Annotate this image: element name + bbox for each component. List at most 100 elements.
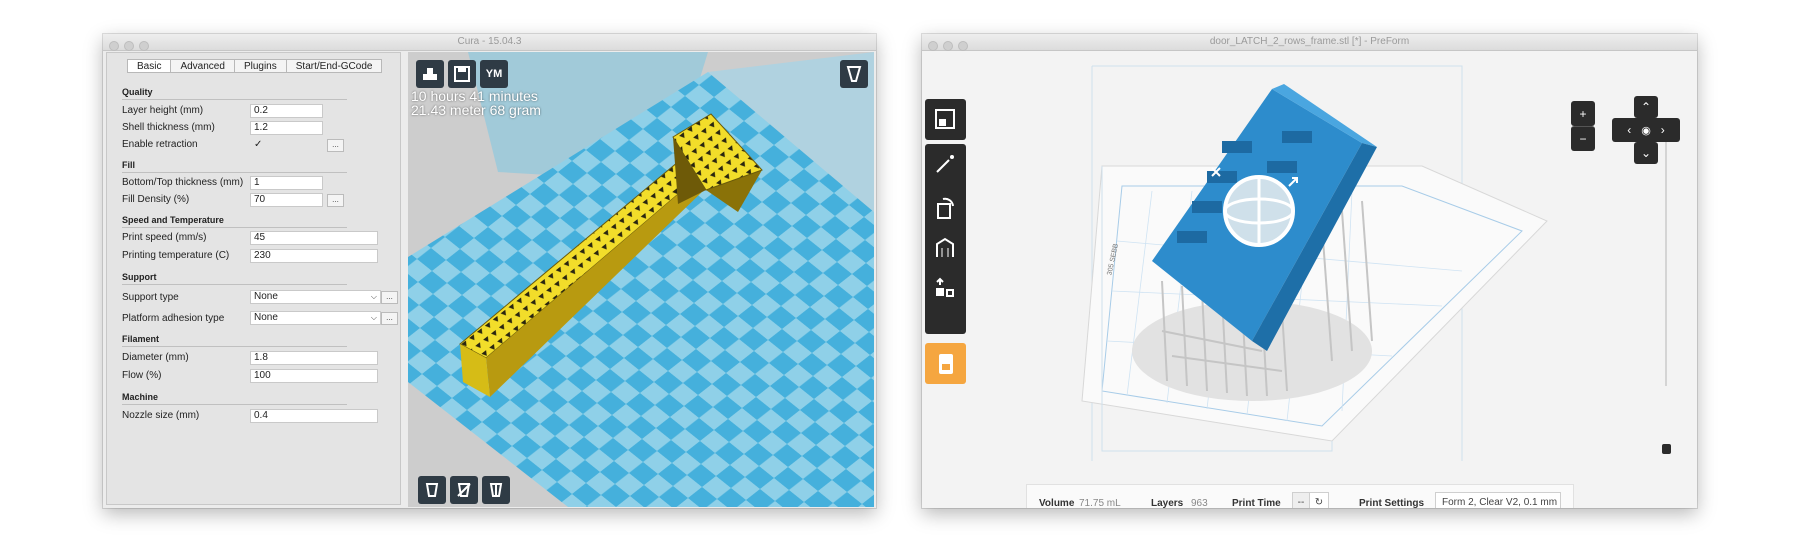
print-time-label: Print Time <box>1232 498 1281 508</box>
rotate-icon <box>425 483 439 497</box>
orientation-icon[interactable] <box>933 196 957 220</box>
section-filament: Filament <box>122 334 160 344</box>
mirror-tool-button[interactable] <box>482 476 510 504</box>
print-temp-input[interactable]: 230 <box>250 249 378 263</box>
fill-density-label: Fill Density (%) <box>122 194 190 205</box>
bottom-top-input[interactable]: 1 <box>250 176 323 190</box>
scale-tool-button[interactable] <box>450 476 478 504</box>
divider <box>122 404 347 405</box>
support-type-value: None <box>254 291 278 302</box>
tab-plugins[interactable]: Plugins <box>234 59 287 73</box>
layers-value: 963 <box>1191 498 1208 508</box>
divider <box>122 99 347 100</box>
nozzle-input[interactable]: 0.4 <box>250 409 378 423</box>
build-plate-view <box>408 52 874 507</box>
tab-advanced[interactable]: Advanced <box>171 59 235 73</box>
pan-control: ‹ ◉ › <box>1612 118 1680 142</box>
magic-wand-icon[interactable] <box>933 152 957 176</box>
layer-height-label: Layer height (mm) <box>122 105 204 116</box>
fill-density-input[interactable]: 70 <box>250 193 323 207</box>
layer-slider-handle[interactable] <box>1662 444 1671 454</box>
eye-icon[interactable]: ◉ <box>1641 124 1651 137</box>
adhesion-label: Platform adhesion type <box>122 313 225 324</box>
cura-window: Cura - 15.04.3 Basic Advanced Plugins St… <box>103 34 876 508</box>
print-time-value: -- <box>1292 492 1310 508</box>
fill-density-more-button[interactable]: ... <box>327 194 344 207</box>
support-type-select[interactable]: None ⌵ <box>250 290 381 304</box>
divider <box>122 172 347 173</box>
print-settings-value[interactable]: Form 2, Clear V2, 0.1 mm <box>1435 492 1561 508</box>
print-speed-label: Print speed (mm/s) <box>122 232 207 243</box>
section-support: Support <box>122 272 157 282</box>
refresh-icon: ↻ <box>1314 497 1324 508</box>
volume-value: 71.75 mL <box>1079 498 1121 508</box>
section-machine: Machine <box>122 392 159 402</box>
chevron-left-icon[interactable]: ‹ <box>1627 123 1631 137</box>
save-toolpath-button[interactable] <box>448 60 476 88</box>
chevron-down-icon: ⌵ <box>370 313 377 322</box>
preform-titlebar: door_LATCH_2_rows_frame.stl [*] - PreFor… <box>922 34 1697 51</box>
print-job-button[interactable] <box>925 343 966 384</box>
flow-label: Flow (%) <box>122 370 162 381</box>
preform-3d-viewport[interactable]: 305 SEBB + − ⌃ ‹ ◉ › ⌄ Volume 71.75 mL L… <box>922 51 1697 508</box>
print-temp-label: Printing temperature (C) <box>122 250 230 261</box>
print-speed-input[interactable]: 45 <box>250 231 378 245</box>
chevron-right-icon[interactable]: › <box>1661 123 1665 137</box>
load-model-button[interactable] <box>416 60 444 88</box>
diameter-label: Diameter (mm) <box>122 352 189 363</box>
shell-thickness-input[interactable]: 1.2 <box>250 121 323 135</box>
divider <box>122 227 347 228</box>
adhesion-value: None <box>254 312 278 323</box>
cura-3d-viewport[interactable]: YM 10 hours 41 minutes 21.43 meter 68 gr… <box>408 52 874 507</box>
layout-icon[interactable] <box>933 276 957 300</box>
settings-panel: Basic Advanced Plugins Start/End-GCode Q… <box>106 52 401 505</box>
refresh-button[interactable]: ↻ <box>1309 492 1329 508</box>
tab-start-end-gcode[interactable]: Start/End-GCode <box>286 59 383 73</box>
support-more-button[interactable]: ... <box>381 291 398 304</box>
mirror-icon <box>489 483 503 497</box>
nozzle-label: Nozzle size (mm) <box>122 410 200 421</box>
print-settings-label: Print Settings <box>1359 498 1425 508</box>
window-title: door_LATCH_2_rows_frame.stl [*] - PreFor… <box>1209 36 1410 47</box>
fit-view-button[interactable] <box>925 99 966 140</box>
printer-icon <box>423 68 437 80</box>
section-speed: Speed and Temperature <box>122 215 224 225</box>
chevron-down-icon: ⌄ <box>1640 146 1652 160</box>
zoom-in-button[interactable]: + <box>1571 101 1595 126</box>
view-mode-icon <box>846 66 862 82</box>
pan-down-button[interactable]: ⌄ <box>1634 142 1658 164</box>
flow-input[interactable]: 100 <box>250 369 378 383</box>
ym-share-button[interactable]: YM <box>480 60 508 88</box>
view-mode-button[interactable] <box>840 60 868 88</box>
layers-label: Layers <box>1151 498 1184 508</box>
chevron-up-icon: ⌃ <box>1640 100 1652 114</box>
tool-strip <box>925 144 966 334</box>
section-quality: Quality <box>122 87 153 97</box>
scale-icon <box>457 483 471 497</box>
section-fill: Fill <box>122 160 135 170</box>
retraction-more-button[interactable]: ... <box>327 139 344 152</box>
pan-up-button[interactable]: ⌃ <box>1634 96 1658 118</box>
supports-icon[interactable] <box>933 236 957 260</box>
retraction-label: Enable retraction <box>122 139 198 150</box>
settings-tabs: Basic Advanced Plugins Start/End-GCode <box>127 59 383 73</box>
adhesion-select[interactable]: None ⌵ <box>250 311 381 325</box>
rotate-tool-button[interactable] <box>418 476 446 504</box>
divider <box>122 346 347 347</box>
retraction-checkbox[interactable]: ✓ <box>254 139 262 150</box>
printer-job-icon <box>939 354 953 374</box>
diameter-input[interactable]: 1.8 <box>250 351 378 365</box>
save-icon <box>454 66 470 82</box>
zoom-out-button[interactable]: − <box>1571 126 1595 151</box>
cura-titlebar: Cura - 15.04.3 <box>103 34 876 51</box>
adhesion-more-button[interactable]: ... <box>381 312 398 325</box>
expand-icon <box>935 109 955 129</box>
layer-height-input[interactable]: 0.2 <box>250 104 323 118</box>
status-bar: Volume 71.75 mL Layers 963 Print Time --… <box>1026 484 1574 508</box>
shell-thickness-label: Shell thickness (mm) <box>122 122 215 133</box>
tab-basic[interactable]: Basic <box>127 59 172 73</box>
window-title: Cura - 15.04.3 <box>457 36 522 47</box>
material-usage-text: 21.43 meter 68 gram <box>411 102 541 118</box>
divider <box>122 284 347 285</box>
volume-label: Volume <box>1039 498 1075 508</box>
